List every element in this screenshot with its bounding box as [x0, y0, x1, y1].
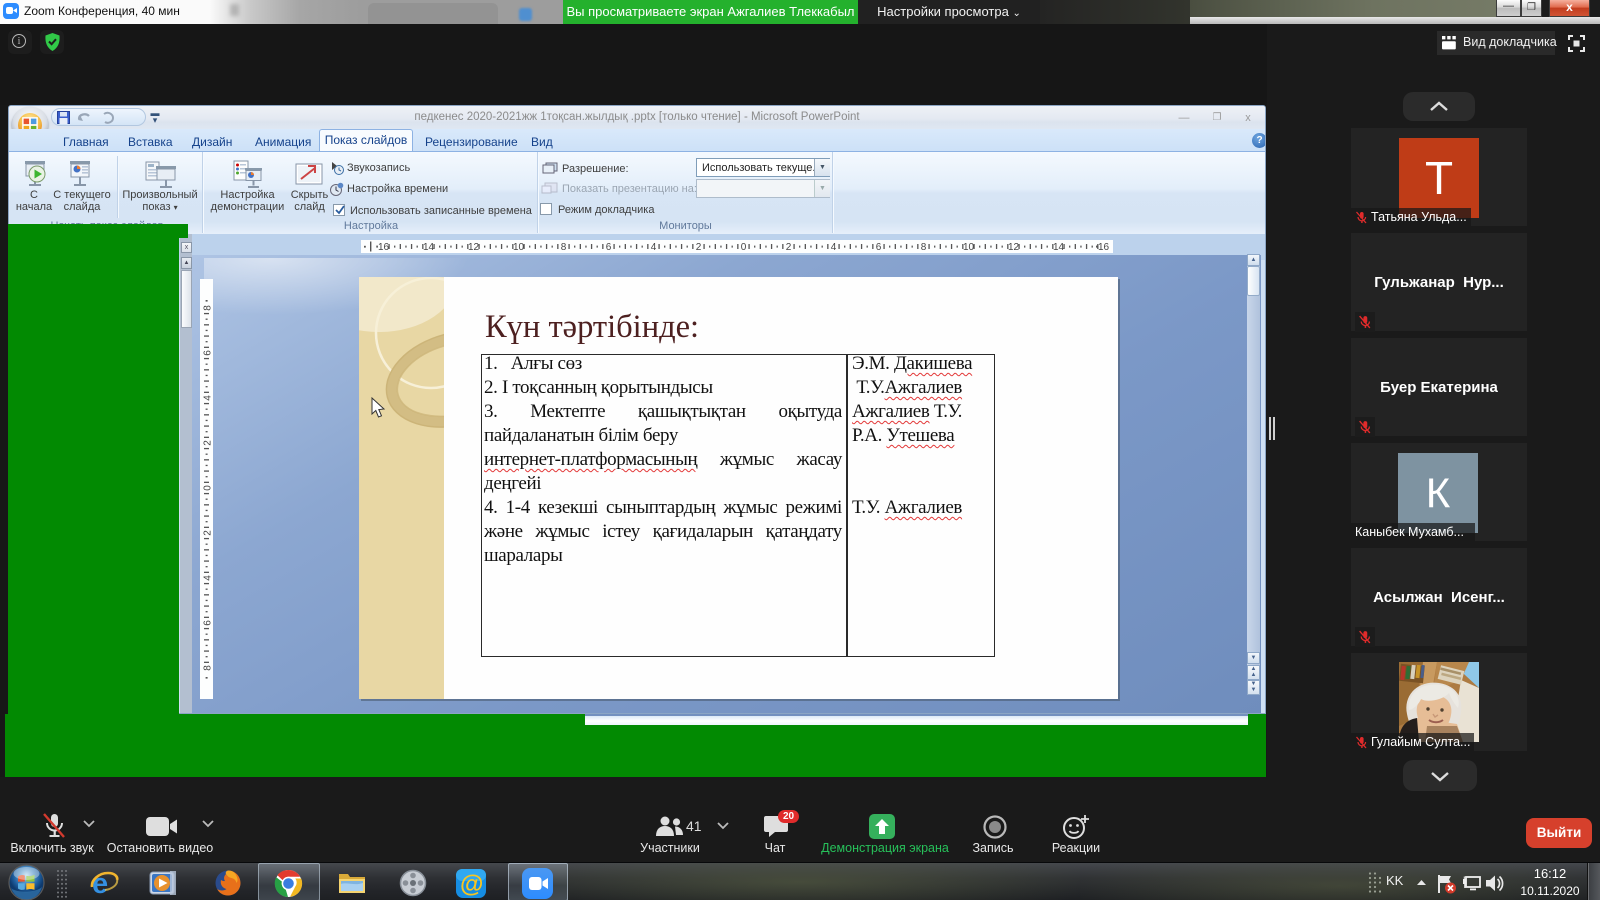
svg-text:4: 4: [831, 242, 837, 253]
svg-text:0: 0: [741, 242, 747, 253]
svg-text:8: 8: [203, 665, 214, 671]
svg-text:14: 14: [1053, 242, 1065, 253]
svg-text:16: 16: [1098, 242, 1110, 253]
svg-text:4: 4: [203, 395, 214, 401]
svg-text:6: 6: [876, 242, 882, 253]
svg-text:8: 8: [203, 305, 214, 311]
svg-text:2: 2: [786, 242, 792, 253]
svg-text:8: 8: [561, 242, 567, 253]
svg-text:12: 12: [468, 242, 480, 253]
svg-text:10: 10: [963, 242, 975, 253]
svg-text:2: 2: [203, 530, 214, 536]
svg-text:14: 14: [423, 242, 435, 253]
svg-text:0: 0: [203, 485, 214, 491]
svg-text:6: 6: [606, 242, 612, 253]
svg-text:@: @: [460, 871, 483, 898]
svg-text:6: 6: [203, 350, 214, 356]
svg-text:8: 8: [921, 242, 927, 253]
svg-text:16: 16: [378, 242, 390, 253]
svg-text:2: 2: [203, 440, 214, 446]
svg-text:4: 4: [651, 242, 657, 253]
svg-text:6: 6: [203, 620, 214, 626]
svg-text:10: 10: [513, 242, 525, 253]
svg-text:12: 12: [1008, 242, 1020, 253]
svg-text:2: 2: [696, 242, 702, 253]
svg-text:4: 4: [203, 575, 214, 581]
